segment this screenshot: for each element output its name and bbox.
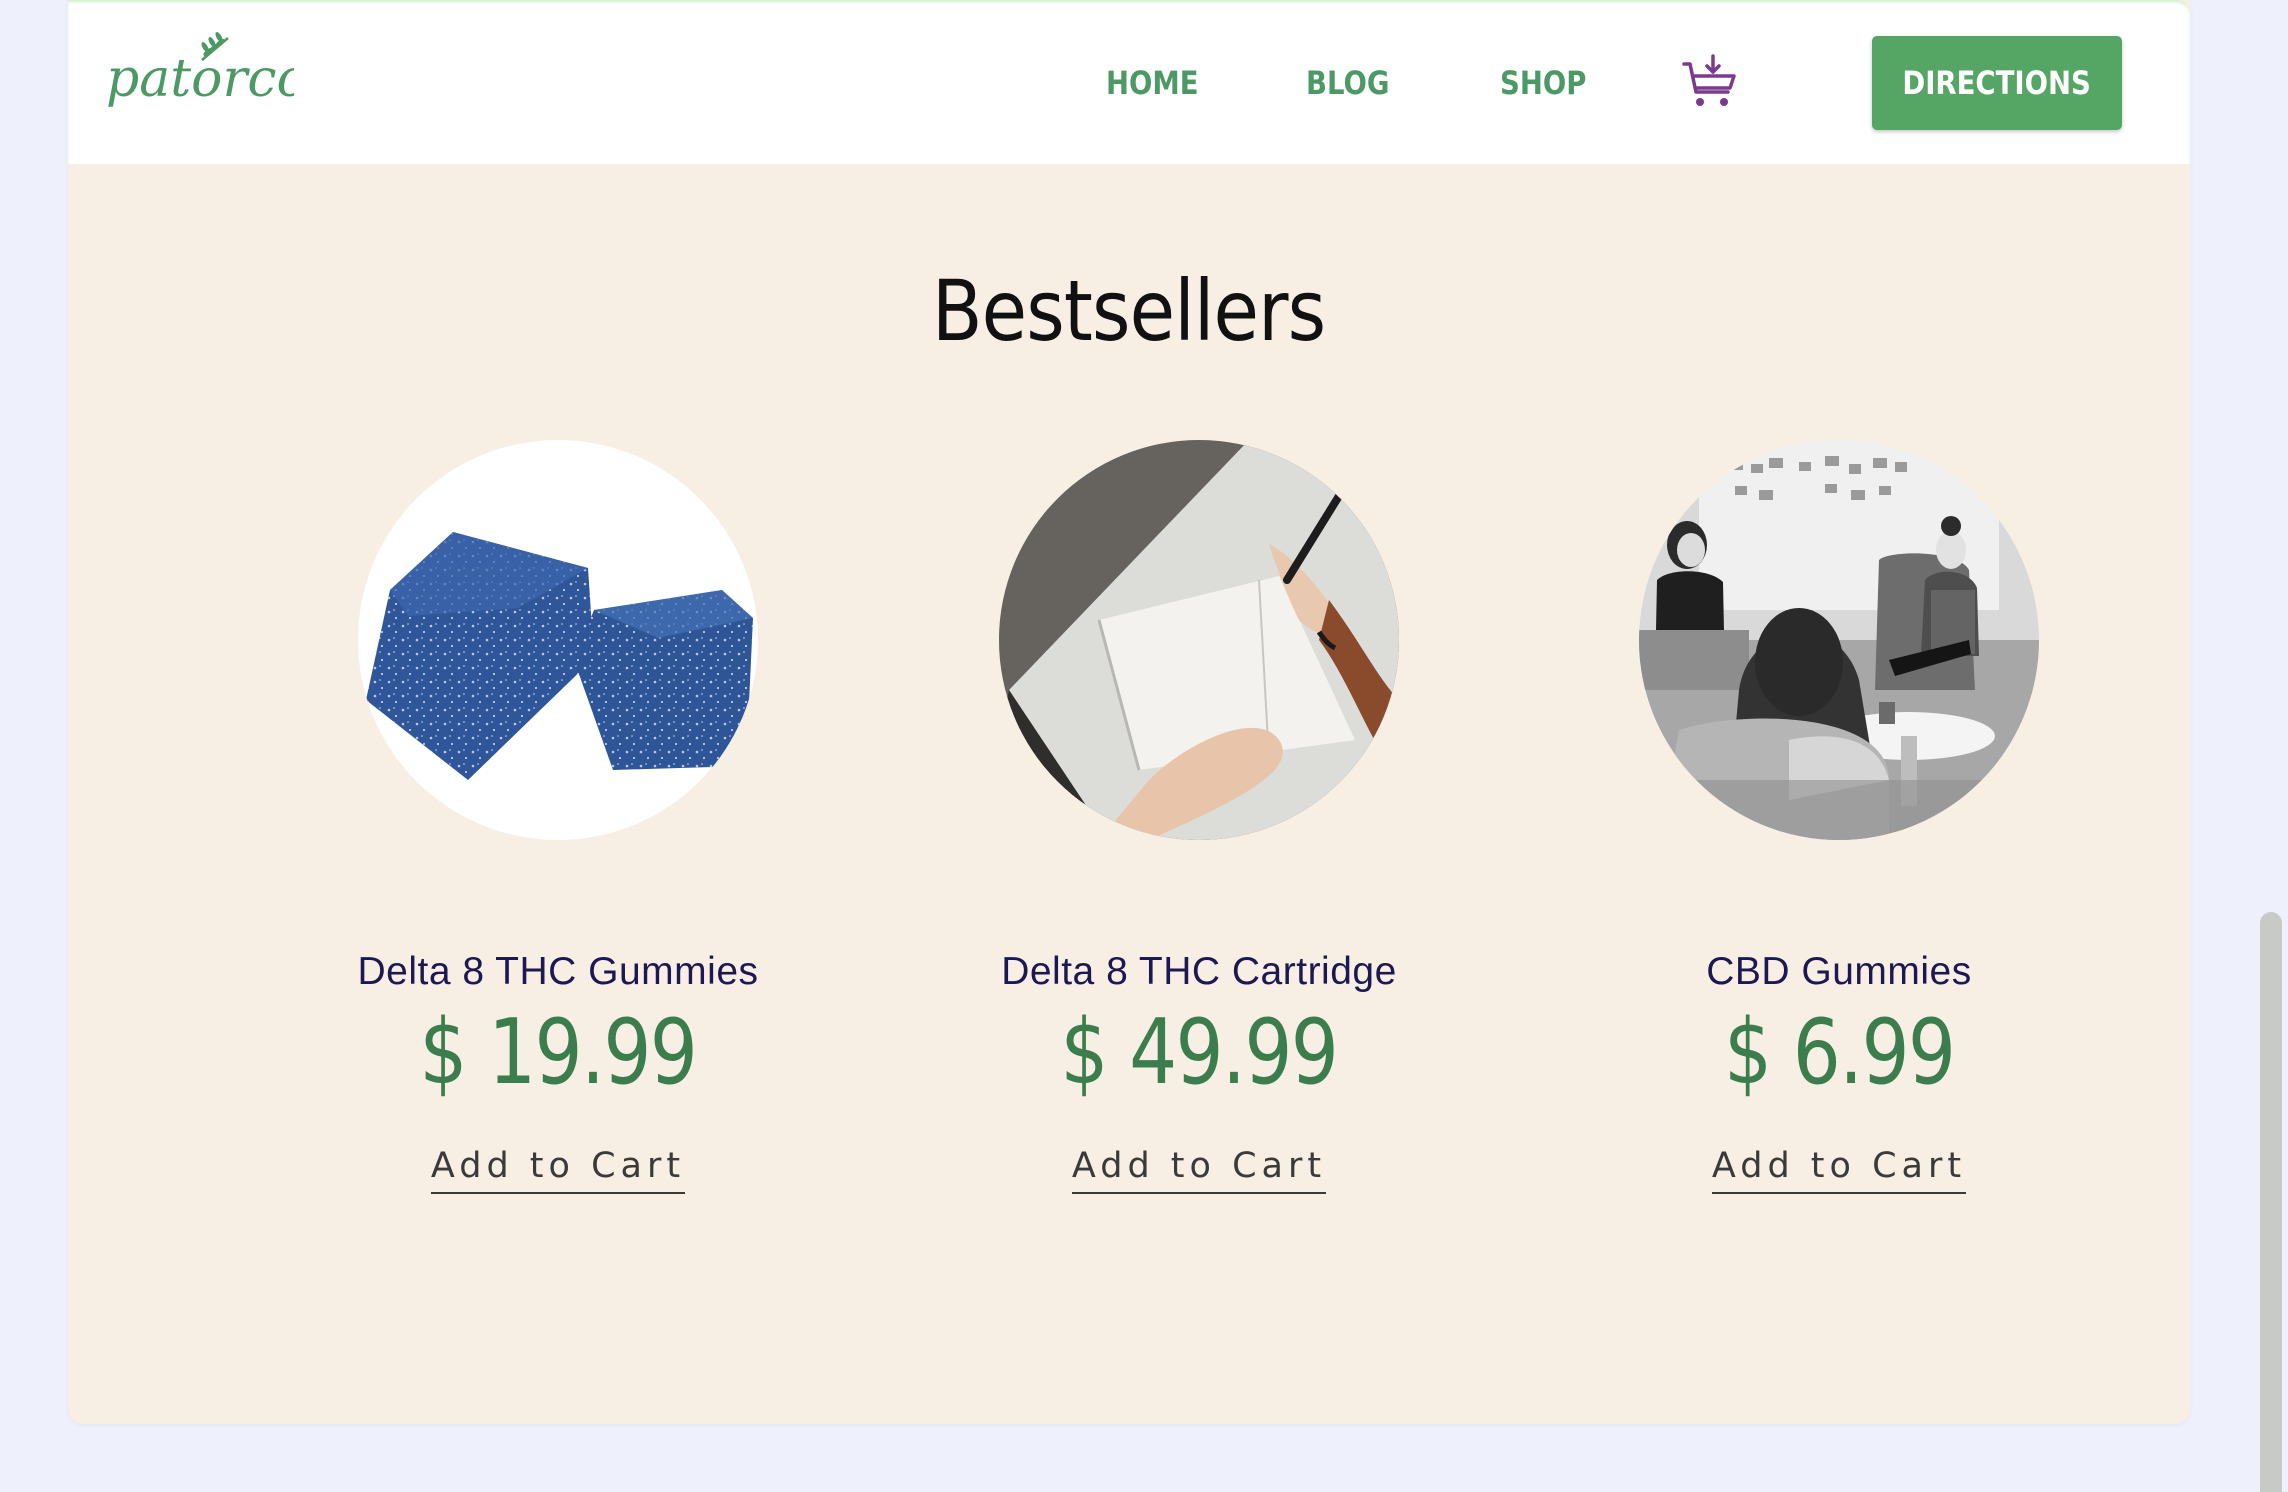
- nav-shop[interactable]: SHOP: [1500, 58, 1586, 108]
- product-price: $ 49.99: [1060, 1000, 1339, 1105]
- product-name[interactable]: Delta 8 THC Cartridge: [879, 950, 1519, 994]
- nav-blog[interactable]: BLOG: [1306, 58, 1390, 108]
- product-price: $ 19.99: [419, 1000, 698, 1105]
- product-image-cartridge[interactable]: [999, 440, 1399, 840]
- add-to-cart-button[interactable]: Add to Cart: [1071, 1146, 1327, 1194]
- cart-icon[interactable]: [1682, 54, 1738, 110]
- section-title-text: Bestsellers: [932, 262, 1326, 360]
- product-name[interactable]: Delta 8 THC Gummies: [238, 950, 878, 994]
- product-image-cbd-gummies[interactable]: [1639, 440, 2039, 840]
- add-to-cart-button[interactable]: Add to Cart: [1711, 1146, 1967, 1194]
- product-name[interactable]: CBD Gummies: [1519, 950, 2159, 994]
- product-image-gummies[interactable]: [358, 440, 758, 840]
- product-card: Delta 8 THC Gummies $ 19.99 Add to Cart: [238, 440, 878, 1200]
- product-card: CBD Gummies $ 6.99 Add to Cart: [1519, 440, 2159, 1200]
- brand-logo[interactable]: patorco: [104, 30, 294, 134]
- directions-label: DIRECTIONS: [1902, 64, 2092, 102]
- section-title: Bestsellers: [68, 262, 2190, 360]
- nav-home[interactable]: HOME: [1106, 58, 1199, 108]
- logo-text: patorco: [106, 49, 294, 109]
- site-header: patorco HOME BLOG SHOP DIRECTIONS: [68, 0, 2190, 164]
- add-to-cart-button[interactable]: Add to Cart: [430, 1146, 686, 1194]
- product-price: $ 6.99: [1723, 1000, 1956, 1105]
- page-frame: patorco HOME BLOG SHOP DIRECTIONS Bestse…: [68, 0, 2190, 1424]
- product-card: Delta 8 THC Cartridge $ 49.99 Add to Car…: [879, 440, 1519, 1200]
- directions-button[interactable]: DIRECTIONS: [1872, 36, 2122, 130]
- scrollbar-thumb[interactable]: [2260, 912, 2282, 1492]
